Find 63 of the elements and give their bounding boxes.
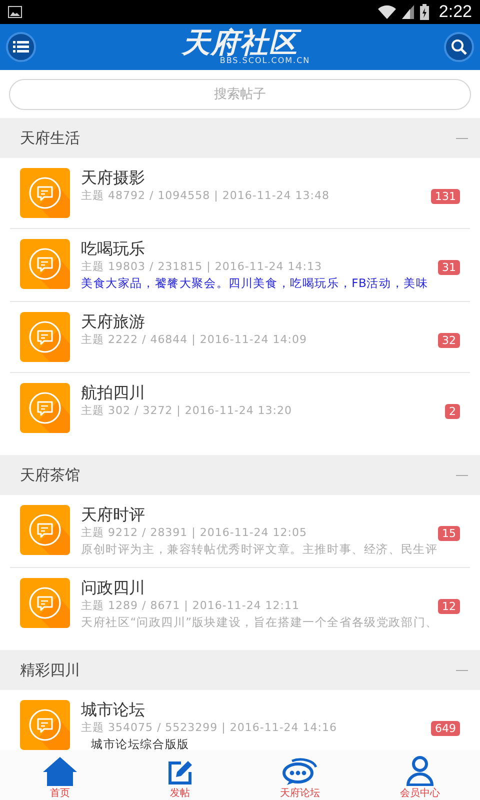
count-badge: 12 xyxy=(438,598,460,614)
board-name: 吃喝玩乐 xyxy=(81,239,145,259)
board-stats: 主题 354075 / 5523299 | 2016-11-24 14:16 xyxy=(81,720,337,736)
chat-bubble-icon xyxy=(20,505,70,555)
search-icon xyxy=(450,39,467,55)
count-badge: 15 xyxy=(438,526,460,540)
board-name: 问政四川 xyxy=(81,578,145,598)
board-row[interactable]: 问政四川 主题 1289 / 8671 | 2016-11-24 12:11 12 天府社区“问政四川”版块建设，旨在搭建一个全省各级党政部门、 xyxy=(10,568,470,640)
search-button[interactable] xyxy=(444,32,474,62)
signal-icon xyxy=(402,5,414,19)
board-description: 城市论坛综合版版 xyxy=(91,736,190,750)
board-stats: 主题 9212 / 28391 | 2016-11-24 12:05 xyxy=(81,525,308,541)
count-badge: 2 xyxy=(445,404,460,418)
section-header[interactable]: 天府生活 xyxy=(0,118,480,158)
section-title: 天府茶馆 xyxy=(20,466,80,484)
board-description: 美食大家品，饕餮大聚会。四川美食，吃喝玩乐，FB活动，美味 xyxy=(81,275,428,291)
count-badge: 31 xyxy=(438,260,460,274)
board-row[interactable]: 吃喝玩乐 主题 19803 / 231815 | 2016-11-24 14:13 31 美食大家品，饕餮大聚会。四川美食，吃喝玩乐，FB活动，美味 xyxy=(10,229,470,302)
chat-bubble-icon xyxy=(20,239,70,289)
search-field[interactable]: 搜索帖子 xyxy=(9,79,471,110)
board-stats: 主题 48792 / 1094558 | 2016-11-24 13:48 xyxy=(81,188,330,204)
menu-button[interactable] xyxy=(6,32,36,62)
count-badge: 131 xyxy=(431,188,460,204)
battery-icon xyxy=(420,4,429,20)
board-stats: 主题 302 / 3272 | 2016-11-24 13:20 xyxy=(81,403,292,419)
board-name: 航拍四川 xyxy=(81,383,145,403)
nav-tab[interactable]: 天府论坛 xyxy=(240,750,360,800)
board-name: 城市论坛 xyxy=(81,700,145,720)
board-stats: 主题 19803 / 231815 | 2016-11-24 14:13 xyxy=(81,259,322,275)
section-header[interactable]: 天府茶馆 xyxy=(0,455,480,495)
section-header[interactable]: 精彩四川 xyxy=(0,650,480,690)
chat-bubble-icon xyxy=(20,168,70,218)
board-name: 天府时评 xyxy=(81,505,145,525)
nav-tab[interactable]: 发帖 xyxy=(120,750,240,800)
board-row[interactable]: 天府时评 主题 9212 / 28391 | 2016-11-24 12:05 15 原创时评为主，兼容转帖优秀时评文章。主推时事、经济、民生评 xyxy=(10,495,470,568)
chat-bubble-icon xyxy=(20,578,70,628)
logo-url: BBS.SCOL.COM.CN xyxy=(220,57,310,65)
edit-icon xyxy=(167,760,193,786)
chat-bubble-icon xyxy=(20,383,70,433)
board-row[interactable]: 天府旅游 主题 2222 / 46844 | 2016-11-24 14:09 32 xyxy=(10,302,470,373)
chat-bubble-icon xyxy=(282,758,318,786)
board-row[interactable]: 天府摄影 主题 48792 / 1094558 | 2016-11-24 13:48 131 xyxy=(10,158,470,229)
list-icon xyxy=(13,40,29,54)
board-row[interactable]: 航拍四川 主题 302 / 3272 | 2016-11-24 13:20 2 xyxy=(10,373,470,443)
wifi-icon xyxy=(378,5,396,19)
board-description: 天府社区“问政四川”版块建设，旨在搭建一个全省各级党政部门、 xyxy=(81,614,438,630)
board-stats: 主题 2222 / 46844 | 2016-11-24 14:09 xyxy=(81,332,308,348)
person-icon xyxy=(406,756,434,786)
nav-tab[interactable]: 首页 xyxy=(0,750,120,800)
board-row[interactable]: 城市论坛 主题 354075 / 5523299 | 2016-11-24 14:16 649 城市论坛综合版版 xyxy=(10,690,470,750)
section-title: 精彩四川 xyxy=(20,660,80,680)
board-name: 天府旅游 xyxy=(81,312,145,332)
board-stats: 主题 1289 / 8671 | 2016-11-24 12:11 xyxy=(81,598,300,614)
count-badge: 649 xyxy=(431,720,460,736)
chat-bubble-icon xyxy=(20,312,70,362)
house-icon xyxy=(42,756,78,786)
section-title: 天府生活 xyxy=(20,128,80,148)
board-description: 原创时评为主，兼容转帖优秀时评文章。主推时事、经济、民生评 xyxy=(81,541,438,557)
board-name: 天府摄影 xyxy=(81,168,145,188)
image-icon xyxy=(8,6,22,18)
clock-time: 2:22 xyxy=(438,2,472,22)
nav-tab[interactable]: 会员中心 xyxy=(360,750,480,800)
count-badge: 32 xyxy=(438,332,460,348)
